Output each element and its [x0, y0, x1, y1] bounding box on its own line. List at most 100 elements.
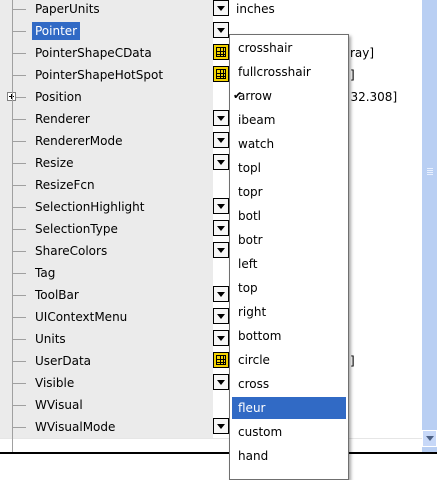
tree-branch-line [12, 405, 26, 406]
property-row[interactable]: Units [0, 328, 422, 351]
dropdown-option-label: ibeam [238, 113, 276, 127]
tree-branch-line [12, 229, 26, 230]
dropdown-arrow-icon[interactable] [213, 22, 229, 38]
property-row[interactable]: ToolBar [0, 284, 422, 307]
property-name-cell[interactable]: ResizeFcn [0, 174, 213, 196]
scroll-down-arrow-icon[interactable] [422, 430, 437, 447]
property-row[interactable]: Tag [0, 262, 422, 285]
property-name-cell[interactable]: Resize [0, 152, 213, 174]
dropdown-option[interactable]: ✔ arrow [232, 85, 346, 107]
property-name-cell[interactable]: Renderer [0, 108, 213, 130]
dropdown-arrow-icon[interactable] [213, 308, 229, 324]
dropdown-option[interactable]: circle [232, 349, 346, 371]
dropdown-option[interactable]: topr [232, 181, 346, 203]
property-name-cell[interactable]: Visible [0, 372, 213, 394]
tree-branch-line [12, 119, 26, 120]
dropdown-arrow-icon[interactable] [213, 330, 229, 346]
property-row[interactable]: UserData] [0, 350, 422, 373]
property-name: UserData [35, 354, 92, 368]
property-name-cell[interactable]: PointerShapeCData [0, 42, 213, 64]
dropdown-option[interactable]: botr [232, 229, 346, 251]
tree-branch-line [12, 31, 26, 32]
dropdown-option[interactable]: watch [232, 133, 346, 155]
scrollbar-grip-icon[interactable] [427, 168, 433, 176]
dropdown-option[interactable]: top [232, 277, 346, 299]
dropdown-option-label: left [238, 257, 258, 271]
dropdown-option[interactable]: bottom [232, 325, 346, 347]
pointer-dropdown-list[interactable]: crosshair fullcrosshair ✔ arrow ibeam watch to… [229, 34, 349, 480]
dropdown-arrow-icon[interactable] [213, 132, 229, 148]
property-row[interactable]: Resize [0, 152, 422, 175]
property-value: ] [350, 68, 355, 82]
property-name: Renderer [35, 112, 90, 126]
tree-branch-line [12, 361, 26, 362]
dropdown-arrow-icon[interactable] [213, 110, 229, 126]
dropdown-arrow-icon[interactable] [213, 220, 229, 236]
property-name: Resize [35, 156, 74, 170]
property-name-cell[interactable]: ToolBar [0, 284, 213, 306]
property-name-cell[interactable]: SelectionHighlight [0, 196, 213, 218]
property-name-cell[interactable]: Pointer [0, 20, 213, 42]
dropdown-option[interactable]: custom [232, 421, 346, 443]
dropdown-option[interactable]: hand [232, 445, 346, 467]
property-name-cell[interactable]: PaperUnits [0, 0, 213, 20]
property-name: RendererMode [35, 134, 123, 148]
property-name-cell[interactable]: WVisualMode [0, 416, 213, 438]
array-editor-icon[interactable] [213, 66, 229, 82]
dropdown-option[interactable]: fullcrosshair [232, 61, 346, 83]
property-name-cell[interactable]: Position [0, 86, 213, 108]
property-name: WVisualMode [35, 420, 116, 434]
dropdown-option[interactable]: topl [232, 157, 346, 179]
dropdown-arrow-icon[interactable] [213, 0, 229, 16]
dropdown-option[interactable]: botl [232, 205, 346, 227]
tree-connector-line [12, 0, 13, 452]
tree-branch-line [12, 295, 26, 296]
property-name-cell[interactable]: WVisual [0, 394, 213, 416]
dropdown-arrow-icon[interactable] [213, 286, 229, 302]
dropdown-arrow-icon[interactable] [213, 374, 229, 390]
dropdown-option[interactable]: crosshair [232, 37, 346, 59]
dropdown-option[interactable]: cross [232, 373, 346, 395]
property-name-cell[interactable]: RendererMode [0, 130, 213, 152]
property-value-cell[interactable]: inches [213, 0, 422, 20]
property-row[interactable]: PointerShapeCData ray] [0, 42, 422, 65]
dropdown-arrow-icon[interactable] [213, 198, 229, 214]
dropdown-option[interactable]: fleur [232, 397, 346, 419]
dropdown-arrow-icon[interactable] [213, 418, 229, 434]
property-name-cell[interactable]: PointerShapeHotSpot [0, 64, 213, 86]
property-name-cell[interactable]: Units [0, 328, 213, 350]
dropdown-arrow-icon[interactable] [213, 242, 229, 258]
dropdown-arrow-icon[interactable] [213, 154, 229, 170]
property-row[interactable]: PointerShapeHotSpot] [0, 64, 422, 87]
property-row[interactable]: SelectionHighlight [0, 196, 422, 219]
property-name: SelectionType [35, 222, 118, 236]
property-name-cell[interactable]: SelectionType [0, 218, 213, 240]
dropdown-option[interactable]: ibeam [232, 109, 346, 131]
property-row[interactable]: SelectionType [0, 218, 422, 241]
property-name: WVisual [35, 398, 83, 412]
property-row[interactable]: Pointer [0, 20, 422, 43]
property-row[interactable]: ResizeFcn [0, 174, 422, 197]
property-row[interactable]: ShareColors [0, 240, 422, 263]
property-name-cell[interactable]: Tag [0, 262, 213, 284]
array-editor-icon[interactable] [213, 44, 229, 60]
property-row[interactable]: WVisual [0, 394, 422, 417]
property-row[interactable]: Position 2 32.308] [0, 86, 422, 109]
tree-branch-line [12, 383, 26, 384]
dropdown-option[interactable]: left [232, 253, 346, 275]
tree-branch-line [12, 317, 26, 318]
grid-bottom-border [0, 452, 437, 454]
property-name-cell[interactable]: ShareColors [0, 240, 213, 262]
property-row[interactable]: Visible [0, 372, 422, 395]
property-name-cell[interactable]: UserData [0, 350, 213, 372]
property-row[interactable]: WVisualMode [0, 416, 422, 439]
vertical-scrollbar[interactable] [422, 0, 437, 452]
property-row[interactable]: PaperUnits inches [0, 0, 422, 21]
array-editor-icon[interactable] [213, 352, 229, 368]
property-row[interactable]: UIContextMenu [0, 306, 422, 329]
dropdown-option-label: fleur [238, 401, 266, 415]
property-name-cell[interactable]: UIContextMenu [0, 306, 213, 328]
property-row[interactable]: RendererMode [0, 130, 422, 153]
dropdown-option[interactable]: right [232, 301, 346, 323]
property-row[interactable]: Renderer [0, 108, 422, 131]
